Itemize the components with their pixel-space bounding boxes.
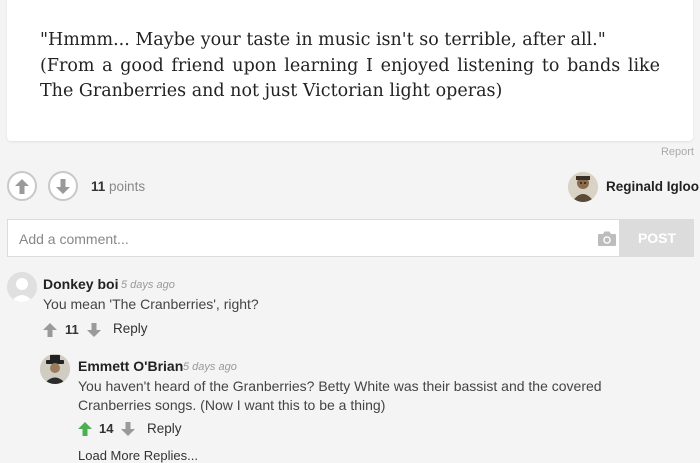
downvote-button[interactable] [48, 171, 78, 201]
default-avatar-icon [7, 272, 37, 302]
downvote-icon[interactable] [87, 323, 101, 337]
report-link[interactable]: Report [661, 146, 694, 158]
arrow-down-icon [56, 178, 70, 194]
upvote-icon[interactable] [43, 323, 57, 337]
reply-button[interactable]: Reply [113, 321, 148, 336]
author-name[interactable]: Reginald Igloo [606, 179, 699, 194]
avatar[interactable] [7, 272, 37, 302]
comment-vote-count: 14 [99, 421, 114, 436]
avatar[interactable] [40, 354, 70, 384]
post-quote: "Hmmm... Maybe your taste in music isn't… [40, 30, 606, 50]
author-avatar[interactable] [568, 172, 598, 202]
camera-icon[interactable] [597, 230, 617, 247]
comment-text: You haven't heard of the Granberries? Be… [78, 378, 602, 413]
points-count: 11 points [91, 179, 145, 194]
upvote-button[interactable] [7, 171, 37, 201]
comment-vote-count: 11 [65, 322, 79, 337]
post-card: "Hmmm... Maybe your taste in music isn't… [7, 0, 693, 141]
downvote-icon[interactable] [121, 422, 135, 436]
comment-text: You mean 'The Cranberries', right? [43, 296, 259, 312]
comment-box [7, 219, 620, 257]
comment-author[interactable]: Emmett O'Brian [78, 358, 183, 374]
comment-author[interactable]: Donkey boi [43, 276, 118, 292]
author-avatar-icon [568, 172, 598, 202]
upvote-icon[interactable] [78, 422, 92, 436]
post-context: (From a good friend upon learning I enjo… [40, 55, 660, 102]
points-value: 11 [91, 179, 106, 194]
comment-timestamp: 5 days ago [183, 361, 237, 373]
comment-timestamp: 5 days ago [121, 279, 175, 291]
comment-input[interactable] [17, 228, 581, 250]
post-button[interactable]: POST [620, 219, 694, 257]
user-avatar-icon [40, 354, 70, 384]
post-body: "Hmmm... Maybe your taste in music isn't… [40, 28, 660, 105]
reply-button[interactable]: Reply [147, 421, 182, 436]
arrow-up-icon [15, 178, 29, 194]
points-label: points [109, 179, 146, 194]
